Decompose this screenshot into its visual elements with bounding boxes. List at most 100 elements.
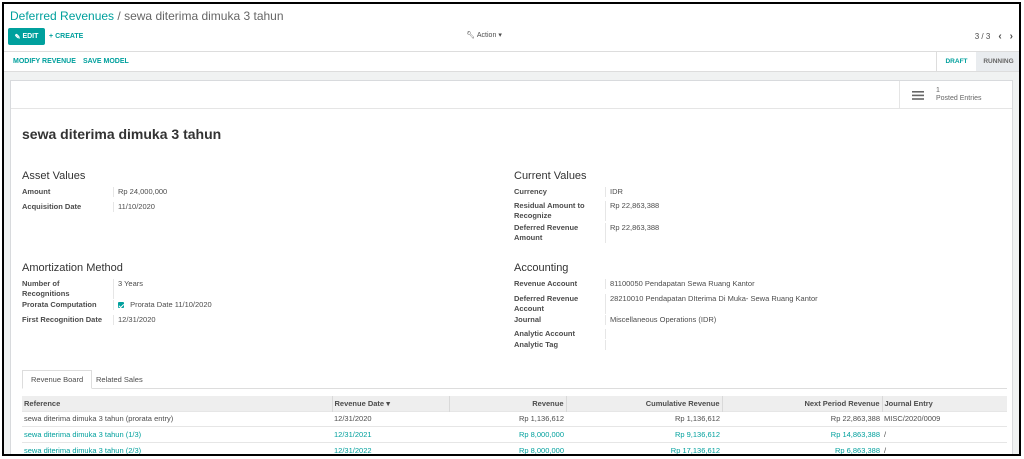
deferred-account-value[interactable]: 28210010 Pendapatan DIterima Di Muka- Se…	[606, 294, 818, 314]
cell-reference: sewa diterima dimuka 3 tahun (prorata en…	[22, 410, 332, 427]
currency-value[interactable]: IDR	[606, 187, 623, 197]
acquisition-date-label: Acquisition Date	[22, 202, 114, 212]
control-panel: Deferred Revenues / sewa diterima dimuka…	[4, 4, 1019, 51]
app-frame: Deferred Revenues / sewa diterima dimuka…	[2, 2, 1021, 456]
stat-text: 1 Posted Entries	[936, 87, 982, 103]
col-reference[interactable]: Reference	[22, 396, 333, 411]
create-button[interactable]: + CREATE	[49, 28, 83, 45]
recognitions-label-line2: Recognitions	[22, 289, 70, 298]
current-values-title: Current Values	[514, 170, 587, 182]
plus-icon: +	[49, 33, 54, 40]
stage-draft[interactable]: DRAFT	[936, 52, 976, 71]
cell-next-period-revenue: Rp 6,863,388	[722, 441, 882, 454]
analytic-tag-label: Analytic Tag	[514, 340, 606, 350]
journal-value[interactable]: Miscellaneous Operations (IDR)	[606, 315, 716, 325]
table-row[interactable]: sewa diterima dimuka 3 tahun (2/3) 12/31…	[22, 441, 1007, 454]
analytic-tag-value[interactable]	[606, 340, 610, 350]
cell-journal-entry: /	[882, 426, 1007, 442]
action-dropdown[interactable]: 🔧︎ Action ▾	[466, 31, 502, 40]
cell-cumulative-revenue: Rp 1,136,612	[566, 410, 722, 427]
amount-row: Amount Rp 24,000,000	[22, 187, 167, 197]
prorata-checkbox[interactable]	[118, 302, 124, 308]
cell-revenue: Rp 8,000,000	[449, 441, 566, 454]
first-recognition-label: First Recognition Date	[22, 315, 114, 325]
prorata-date-value: 11/10/2020	[174, 300, 212, 309]
recognitions-row: Number of Recognitions 3 Years	[22, 279, 143, 299]
deferred-amount-row: Deferred Revenue Amount Rp 22,863,388	[514, 223, 659, 243]
cell-next-period-revenue: Rp 22,863,388	[722, 410, 882, 427]
col-journal-entry[interactable]: Journal Entry	[882, 396, 1007, 411]
acquisition-date-value: 11/10/2020	[118, 202, 155, 211]
edit-label: EDIT	[22, 33, 39, 40]
caret-down-icon: ▾	[386, 398, 390, 408]
cell-revenue: Rp 8,000,000	[449, 426, 566, 442]
amortization-title: Amortization Method	[22, 262, 123, 274]
analytic-account-label: Analytic Account	[514, 329, 606, 339]
cell-journal-entry: /	[882, 441, 1007, 454]
breadcrumb-current: sewa diterima dimuka 3 tahun	[124, 9, 284, 23]
save-model-button[interactable]: SAVE MODEL	[83, 58, 129, 65]
cell-revenue-date: 12/31/2020	[332, 410, 449, 427]
cell-journal-entry: MISC/2020/0009	[882, 410, 1007, 427]
modify-revenue-button[interactable]: MODIFY REVENUE	[13, 58, 76, 65]
journal-label: Journal	[514, 315, 606, 325]
stage-running[interactable]: RUNNING	[976, 52, 1019, 71]
cell-cumulative-revenue: Rp 9,136,612	[566, 426, 722, 442]
tab-revenue-board[interactable]: Revenue Board	[22, 370, 93, 389]
cell-cumulative-revenue: Rp 17,136,612	[566, 441, 722, 454]
deferred-account-label-line1: Deferred Revenue	[514, 294, 579, 303]
notebook-tabs: Revenue Board Related Sales	[22, 370, 1007, 389]
chevron-right-icon[interactable]: ›	[1010, 31, 1013, 42]
breadcrumb: Deferred Revenues / sewa diterima dimuka…	[10, 9, 284, 23]
chevron-left-icon[interactable]: ‹	[998, 31, 1001, 42]
list-icon	[912, 90, 924, 100]
revenue-account-value[interactable]: 81100050 Pendapatan Sewa Ruang Kantor	[606, 279, 755, 289]
breadcrumb-separator: /	[117, 9, 121, 23]
button-box: 1 Posted Entries	[11, 81, 1012, 109]
col-next-period-revenue[interactable]: Next Period Revenue	[722, 396, 883, 411]
col-cumulative-revenue[interactable]: Cumulative Revenue	[566, 396, 723, 411]
journal-row: Journal Miscellaneous Operations (IDR)	[514, 315, 716, 325]
first-recognition-row: First Recognition Date 12/31/2020	[22, 315, 156, 325]
analytic-tag-row: Analytic Tag	[514, 340, 610, 350]
residual-row: Residual Amount to Recognize Rp 22,863,3…	[514, 201, 659, 221]
deferred-account-label-line2: Account	[514, 304, 544, 313]
edit-button[interactable]: ✎ EDIT	[8, 28, 45, 45]
cell-next-period-revenue: Rp 14,863,388	[722, 426, 882, 442]
caret-down-icon: ▾	[498, 32, 502, 39]
record-title: sewa diterima dimuka 3 tahun	[22, 126, 222, 142]
table-row[interactable]: sewa diterima dimuka 3 tahun (1/3) 12/31…	[22, 426, 1007, 442]
table-header-row: Reference Revenue Date ▾ Revenue Cumulat…	[22, 396, 1007, 411]
cell-reference: sewa diterima dimuka 3 tahun (1/3)	[22, 426, 332, 442]
table-row[interactable]: sewa diterima dimuka 3 tahun (prorata en…	[22, 410, 1007, 427]
cell-reference: sewa diterima dimuka 3 tahun (2/3)	[22, 441, 332, 454]
tab-related-sales[interactable]: Related Sales	[88, 370, 151, 389]
asset-values-title: Asset Values	[22, 170, 86, 182]
revenue-account-row: Revenue Account 81100050 Pendapatan Sewa…	[514, 279, 755, 289]
stat-count: 1	[936, 87, 940, 94]
cell-revenue-date: 12/31/2021	[332, 426, 449, 442]
posted-entries-button[interactable]: 1 Posted Entries	[899, 81, 1012, 109]
amount-value: Rp 24,000,000	[118, 187, 168, 196]
currency-label: Currency	[514, 187, 606, 197]
acquisition-date-row: Acquisition Date 11/10/2020	[22, 202, 155, 212]
residual-label-line1: Residual Amount to	[514, 201, 585, 210]
amount-label: Amount	[22, 187, 114, 197]
col-revenue[interactable]: Revenue	[449, 396, 567, 411]
stat-label: Posted Entries	[936, 95, 982, 102]
pager-value[interactable]: 3 / 3	[975, 32, 991, 41]
cell-revenue: Rp 1,136,612	[449, 410, 566, 427]
residual-label-line2: Recognize	[514, 211, 552, 220]
breadcrumb-parent[interactable]: Deferred Revenues	[10, 9, 114, 23]
revenue-board-table: Reference Revenue Date ▾ Revenue Cumulat…	[22, 396, 1007, 454]
deferred-label-line2: Amount	[514, 233, 543, 242]
revenue-account-label: Revenue Account	[514, 279, 606, 289]
deferred-account-row: Deferred Revenue Account 28210010 Pendap…	[514, 294, 818, 314]
col-revenue-date[interactable]: Revenue Date ▾	[332, 396, 450, 411]
form-header: MODIFY REVENUE SAVE MODEL DRAFT RUNNING	[4, 51, 1019, 72]
form-sheet: 1 Posted Entries sewa diterima dimuka 3 …	[10, 80, 1013, 454]
col-revenue-date-label: Revenue Date	[334, 398, 385, 408]
analytic-account-value[interactable]	[606, 329, 610, 339]
deferred-amount-value: Rp 22,863,388	[610, 223, 660, 232]
cell-revenue-date: 12/31/2022	[332, 441, 449, 454]
